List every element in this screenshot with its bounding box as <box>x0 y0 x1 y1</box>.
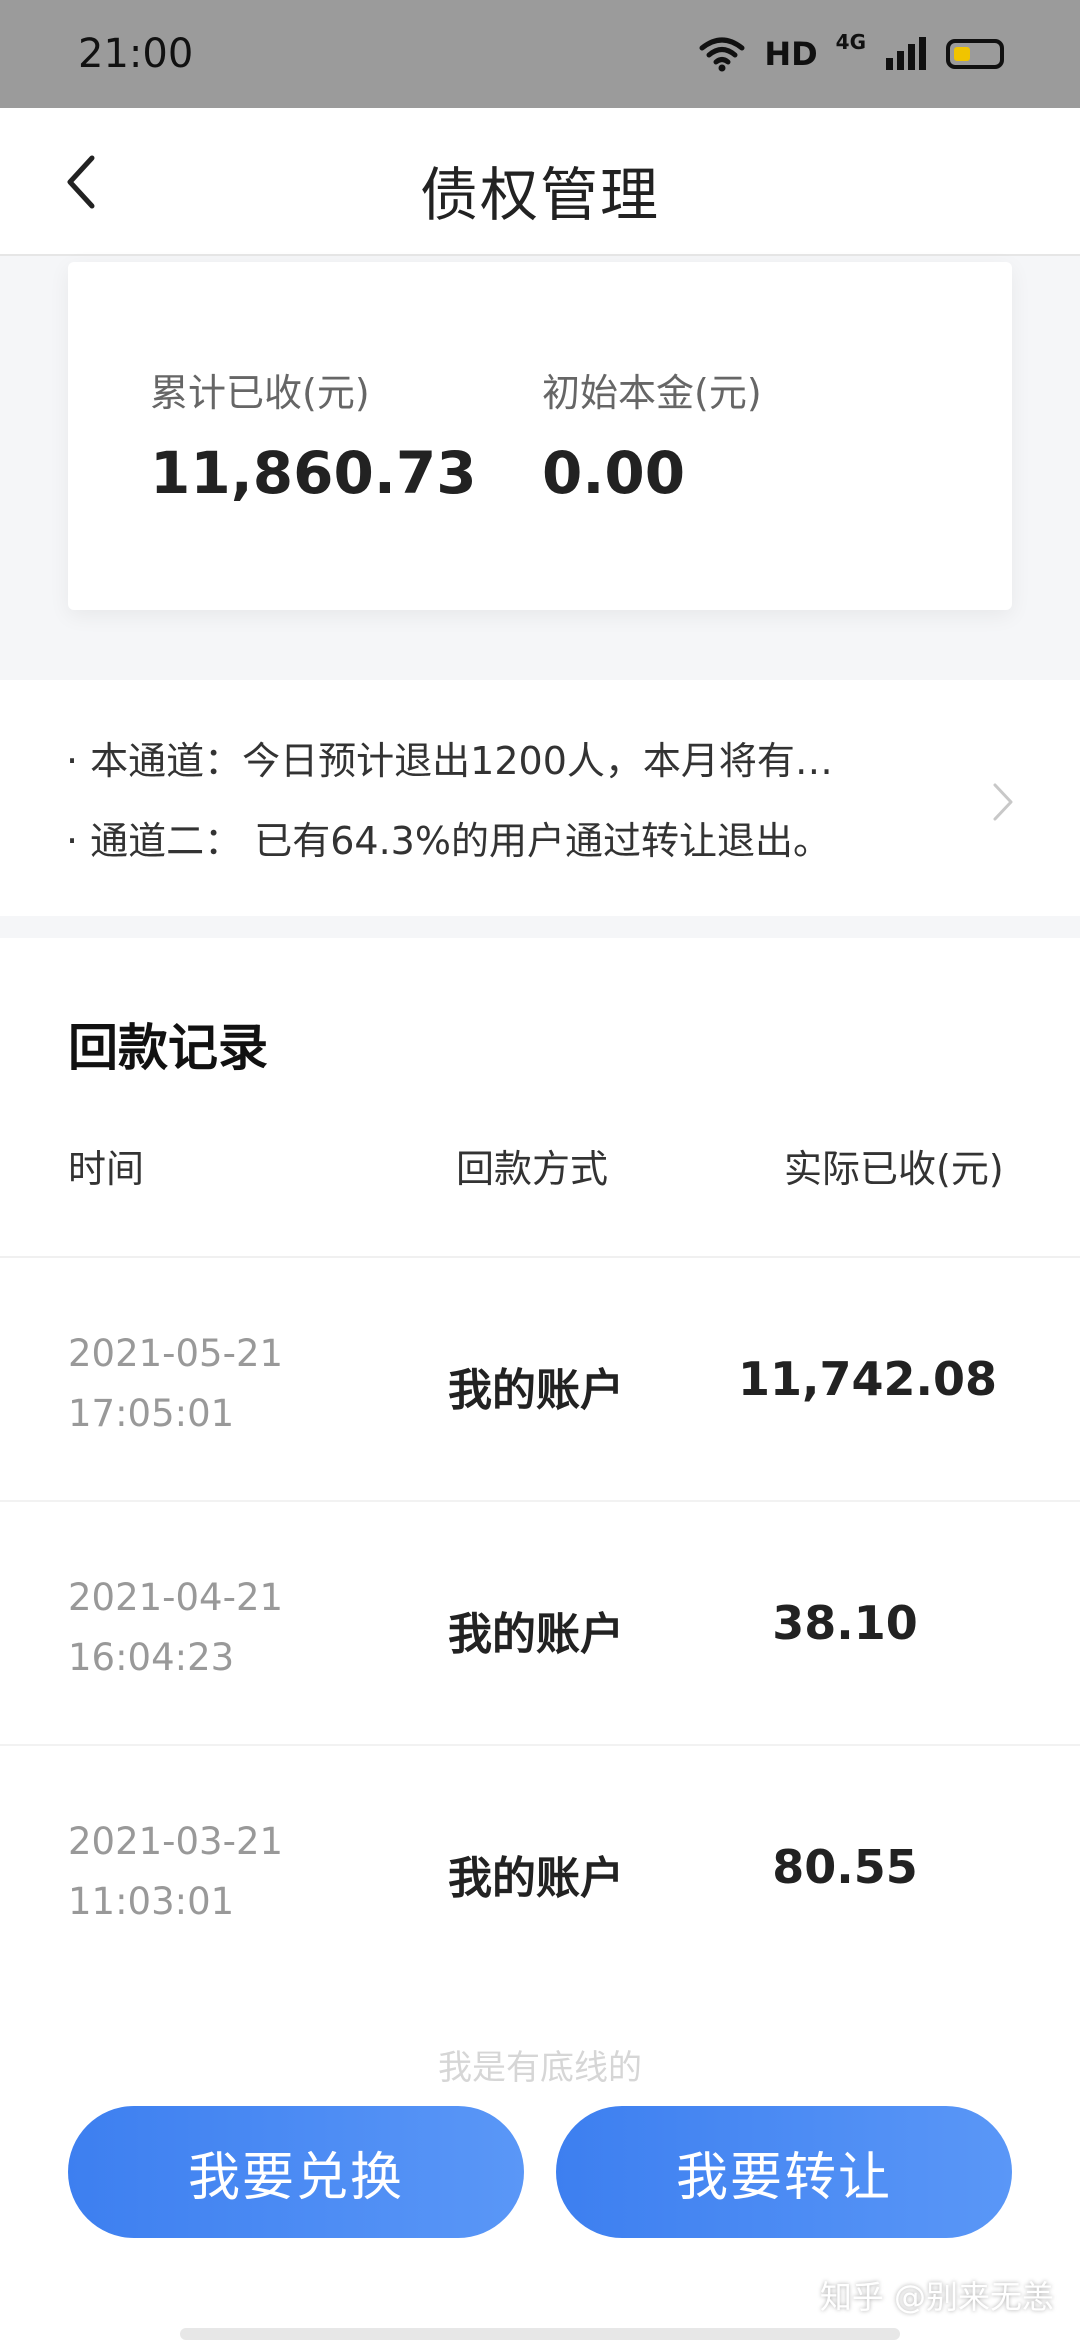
column-header-method: 回款方式 <box>456 1147 609 1191</box>
column-header-time: 时间 <box>68 1147 145 1191</box>
notice-line: · 通道二： 已有64.3%的用户通过转让退出。 <box>66 819 831 863</box>
status-time: 21:00 <box>78 31 194 77</box>
page-title: 债权管理 <box>419 161 660 229</box>
column-header-amount: 实际已收(元) <box>784 1147 1004 1191</box>
summary-card: 累计已收(元) 11,860.73 初始本金(元) 0.00 <box>68 262 1012 610</box>
record-amount: 80.55 <box>772 1840 918 1894</box>
table-row: 2021-04-21 16:04:23 我的账户 38.10 <box>0 1502 1080 1746</box>
app-screen: 21:00 HD 4G 债权管理 累计已收(元) 11,860.73 初始本金(… <box>0 0 1080 2340</box>
total-received-stat: 累计已收(元) 11,860.73 <box>150 362 477 507</box>
records-title: 回款记录 <box>68 1019 268 1077</box>
total-received-value: 11,860.73 <box>150 439 477 507</box>
notice-banner[interactable]: · 本通道：今日预计退出1200人，本月将有… · 通道二： 已有64.3%的用… <box>0 680 1080 916</box>
record-method: 我的账户 <box>448 1365 624 1416</box>
record-date: 2021-03-21 <box>68 1820 284 1863</box>
principal-stat: 初始本金(元) 0.00 <box>542 362 762 507</box>
notice-line: · 本通道：今日预计退出1200人，本月将有… <box>66 739 833 783</box>
principal-label: 初始本金(元) <box>542 371 762 415</box>
record-datetime: 2021-04-21 16:04:23 <box>68 1568 283 1688</box>
record-amount: 11,742.08 <box>738 1352 997 1406</box>
principal-value: 0.00 <box>542 439 686 507</box>
network-type: 4G <box>835 30 866 54</box>
transfer-button[interactable]: 我要转让 <box>556 2106 1012 2238</box>
watermark: 知乎 @别来无恙 <box>819 2278 1054 2316</box>
hd-indicator: HD <box>764 35 818 73</box>
total-received-label: 累计已收(元) <box>150 371 370 415</box>
record-amount: 38.10 <box>772 1596 918 1650</box>
record-date: 2021-04-21 <box>68 1576 284 1619</box>
record-datetime: 2021-05-21 17:05:01 <box>68 1324 283 1444</box>
end-of-list-note: 我是有底线的 <box>438 2048 642 2088</box>
chevron-right-icon[interactable] <box>992 782 1014 822</box>
record-method: 我的账户 <box>448 1853 624 1904</box>
status-bar: 21:00 HD 4G <box>0 0 1080 108</box>
battery-icon <box>946 39 1004 69</box>
record-method: 我的账户 <box>448 1609 624 1660</box>
record-datetime: 2021-03-21 11:03:01 <box>68 1812 283 1932</box>
home-indicator[interactable] <box>180 2328 900 2340</box>
exchange-button[interactable]: 我要兑换 <box>68 2106 524 2238</box>
wifi-icon <box>699 37 745 72</box>
record-time: 17:05:01 <box>68 1392 235 1435</box>
nav-bar: 债权管理 <box>0 108 1080 256</box>
status-icons: HD 4G <box>698 30 1004 73</box>
table-row: 2021-03-21 11:03:01 我的账户 80.55 <box>0 1746 1080 1990</box>
record-time: 11:03:01 <box>68 1880 235 1923</box>
record-date: 2021-05-21 <box>68 1332 284 1375</box>
signal-icon <box>886 37 926 70</box>
record-time: 16:04:23 <box>68 1636 235 1679</box>
table-row: 2021-05-21 17:05:01 我的账户 11,742.08 <box>0 1258 1080 1502</box>
